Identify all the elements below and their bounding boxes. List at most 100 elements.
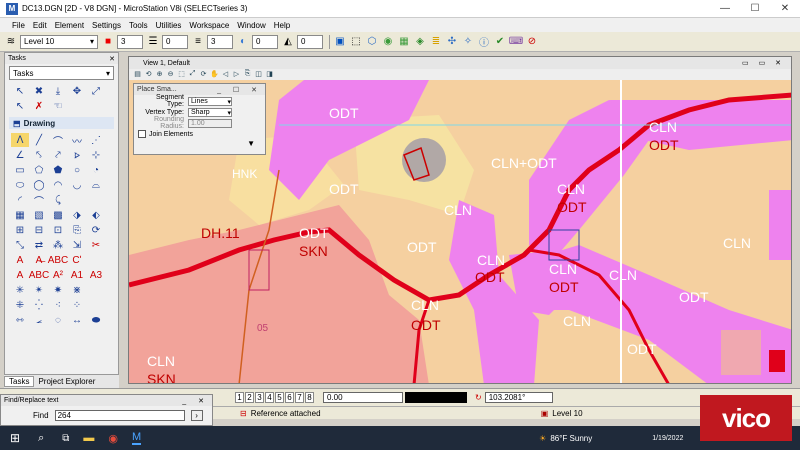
- menu-element[interactable]: Element: [55, 21, 84, 30]
- tab-tasks[interactable]: Tasks: [4, 376, 35, 387]
- snap-point-tool-icon[interactable]: ✴: [30, 283, 48, 297]
- modify-tool-icon[interactable]: ⤢: [87, 84, 105, 98]
- task-view-icon[interactable]: ⧉: [62, 433, 69, 444]
- level-select[interactable]: Level 10 ▾: [20, 34, 98, 49]
- ellipse-tool-icon[interactable]: ⬭: [11, 178, 29, 192]
- view-3-button[interactable]: 3: [255, 392, 264, 403]
- dimension-radius-tool-icon[interactable]: ◌: [49, 313, 67, 327]
- text-spell-tool-icon[interactable]: ABC: [48, 253, 69, 267]
- find-input[interactable]: 264: [54, 410, 185, 421]
- delete-element-tool-icon[interactable]: ✖: [30, 84, 48, 98]
- snaps-icon[interactable]: ✧: [461, 35, 475, 49]
- find-next-button[interactable]: ›: [190, 410, 203, 421]
- menu-settings[interactable]: Settings: [92, 21, 121, 30]
- cell-library-icon[interactable]: ◈: [413, 35, 427, 49]
- expand-arrow-icon[interactable]: ▼: [247, 139, 255, 148]
- analyze-tool-icon[interactable]: ↖: [11, 99, 29, 113]
- weight-select[interactable]: 3: [207, 34, 233, 49]
- microstation-taskbar-icon[interactable]: M: [131, 431, 142, 445]
- tasks-dropdown[interactable]: Tasks ▾: [9, 66, 114, 80]
- mirror-tool-icon[interactable]: ⇄: [30, 238, 48, 252]
- snap-node-tool-icon[interactable]: ✳: [11, 283, 29, 297]
- view-1-button[interactable]: 1: [235, 392, 244, 403]
- line-weight-icon[interactable]: ≡: [191, 35, 205, 49]
- view-toggle-icon[interactable]: ◨: [265, 70, 274, 79]
- dimension-ellipse-tool-icon[interactable]: ⬬: [87, 313, 105, 327]
- point-tool-icon[interactable]: ✷: [49, 283, 67, 297]
- view-6-button[interactable]: 6: [285, 392, 294, 403]
- move-tool-icon[interactable]: ✥: [68, 84, 86, 98]
- view-attributes-icon[interactable]: ▤: [133, 70, 142, 79]
- zoom-in-icon[interactable]: ⊕: [155, 70, 164, 79]
- image-icon[interactable]: ▦: [397, 35, 411, 49]
- close-icon[interactable]: ✕: [109, 55, 115, 63]
- minimize-button[interactable]: —: [710, 0, 740, 18]
- zoom-out-icon[interactable]: ⊖: [166, 70, 175, 79]
- align-tool-icon[interactable]: ⇲: [68, 238, 86, 252]
- view-4-button[interactable]: 4: [265, 392, 274, 403]
- extend-tool-icon[interactable]: ⤤: [49, 148, 67, 162]
- text-tool-icon[interactable]: A: [11, 253, 29, 267]
- dimension-tool-icon[interactable]: ⇿: [11, 313, 29, 327]
- dimension-icon[interactable]: ⬡: [365, 35, 379, 49]
- view-5-button[interactable]: 5: [275, 392, 284, 403]
- area-tool-icon[interactable]: ⬖: [87, 208, 105, 222]
- arc-tool-icon[interactable]: ◠: [49, 178, 67, 192]
- erase-tool-icon[interactable]: ✂: [87, 238, 105, 252]
- trim-tool-icon[interactable]: ⤣: [30, 148, 48, 162]
- line-style-icon[interactable]: ☰: [146, 35, 160, 49]
- chamfer-tool-icon[interactable]: ⦠: [68, 148, 86, 162]
- window-area-icon[interactable]: ⬚: [177, 70, 186, 79]
- element-selection-tool-icon[interactable]: ↖: [11, 84, 29, 98]
- text-increment-tool-icon[interactable]: A1: [68, 268, 86, 282]
- style-select[interactable]: 0: [162, 34, 188, 49]
- coordinate-field[interactable]: 0.00: [323, 392, 403, 403]
- menu-file[interactable]: File: [12, 21, 25, 30]
- drop-tool-icon[interactable]: ⤓: [49, 84, 67, 98]
- circle-tool-icon[interactable]: ○: [68, 163, 86, 177]
- text-edit-tool-icon[interactable]: A̶: [30, 253, 48, 267]
- raster-icon[interactable]: ◉: [381, 35, 395, 49]
- array-tool-icon[interactable]: ⁂: [49, 238, 67, 252]
- scale-tool-icon[interactable]: ⤡: [11, 238, 29, 252]
- element-selection-icon[interactable]: ▣: [333, 35, 347, 49]
- cell-tool-icon[interactable]: ▦: [11, 208, 29, 222]
- point-distance-tool-icon[interactable]: ⁘: [68, 298, 86, 312]
- view-8-button[interactable]: 8: [305, 392, 314, 403]
- tab-project-explorer[interactable]: Project Explorer: [34, 377, 99, 386]
- select-by-tool-icon[interactable]: ⊞: [11, 223, 29, 237]
- join-elements-checkbox[interactable]: [138, 130, 146, 138]
- update-view-icon[interactable]: ⟲: [144, 70, 153, 79]
- pan-view-icon[interactable]: ✋: [210, 70, 219, 79]
- text-fit-tool-icon[interactable]: A3: [87, 268, 105, 282]
- pattern-tool-icon[interactable]: ▩: [49, 208, 67, 222]
- text-display-tool-icon[interactable]: ABC: [29, 268, 50, 282]
- arc-point-tool-icon[interactable]: ⌒: [30, 193, 48, 208]
- view-next-icon[interactable]: ▷: [232, 70, 241, 79]
- key-in-icon[interactable]: ⌨: [509, 35, 523, 49]
- hatch-tool-icon[interactable]: ▧: [30, 208, 48, 222]
- color-swatch-icon[interactable]: ■: [101, 35, 115, 49]
- fit-view-icon[interactable]: ⤢: [188, 70, 197, 79]
- shape-tool-icon[interactable]: ⬟: [49, 163, 67, 177]
- transparency-icon[interactable]: ◐: [236, 35, 250, 49]
- place-stream-tool-icon[interactable]: 〰: [68, 133, 86, 148]
- accudraw-icon[interactable]: ✣: [445, 35, 459, 49]
- angle-line-tool-icon[interactable]: ∠: [11, 148, 29, 162]
- copy-view-icon[interactable]: ⎘: [243, 70, 252, 79]
- close-button[interactable]: ✕: [770, 0, 800, 18]
- levels-icon[interactable]: ≣: [429, 35, 443, 49]
- point-array-tool-icon[interactable]: ⁜: [11, 298, 29, 312]
- rectangle-tool-icon[interactable]: ▭: [11, 163, 29, 177]
- split-tool-icon[interactable]: ⊹: [87, 148, 105, 162]
- angle-field[interactable]: 103.2081°: [484, 392, 553, 403]
- browser-icon[interactable]: ◉: [108, 432, 118, 445]
- multi-line-tool-icon[interactable]: ⋰: [87, 133, 105, 147]
- place-line-tool-icon[interactable]: ╱: [30, 133, 48, 147]
- rotate-view-icon[interactable]: ⟳: [199, 70, 208, 79]
- group-tool-icon[interactable]: ⊟: [30, 223, 48, 237]
- arc-tangent-tool-icon[interactable]: ⤹: [49, 193, 67, 207]
- menu-workspace[interactable]: Workspace: [189, 21, 229, 30]
- point-between-tool-icon[interactable]: ⁖: [49, 298, 67, 312]
- menu-help[interactable]: Help: [274, 21, 290, 30]
